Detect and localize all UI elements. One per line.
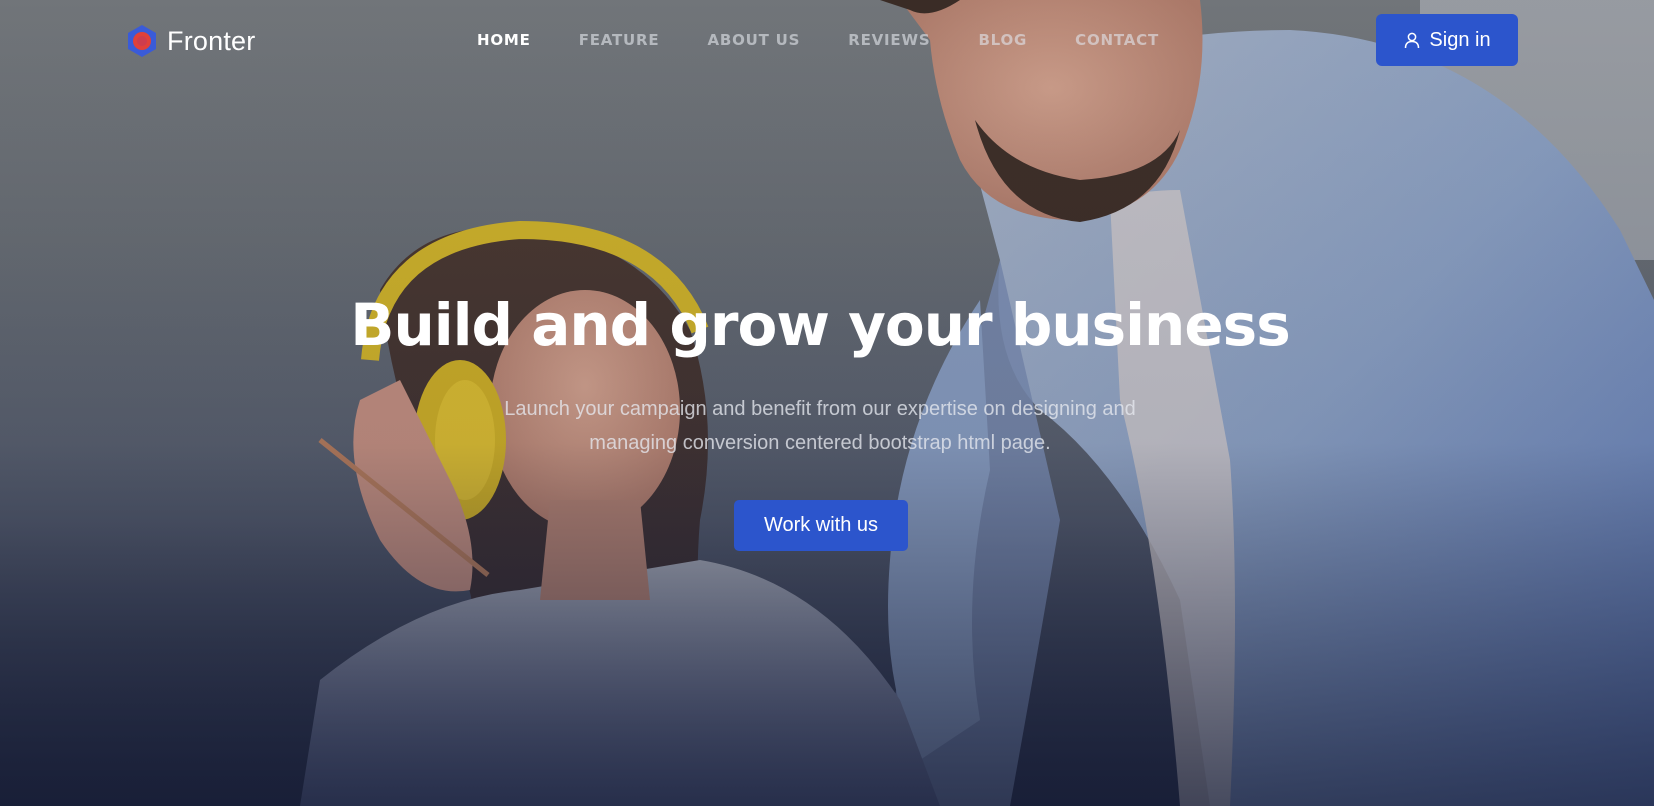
nav-item-blog[interactable]: BLOG [978,30,1027,50]
nav-item-home[interactable]: HOME [477,30,531,50]
navbar: Fronter HOME FEATURE ABOUT US REVIEWS BL… [0,0,1654,80]
nav-item-reviews[interactable]: REVIEWS [848,30,930,50]
work-with-us-button[interactable]: Work with us [734,500,908,551]
signin-label: Sign in [1429,28,1491,51]
hero-subtitle-line1: Launch your campaign and benefit from ou… [504,398,1136,420]
hero-subtitle-line2: managing conversion centered bootstrap h… [589,432,1051,454]
signin-button[interactable]: Sign in [1376,14,1518,66]
main-nav: HOME FEATURE ABOUT US REVIEWS BLOG CONTA… [477,30,1207,50]
user-icon [1405,32,1420,49]
brand-link[interactable]: Fronter [125,24,255,58]
brand-name: Fronter [167,25,256,56]
nav-item-about-us[interactable]: ABOUT US [707,30,800,50]
hero-title: Build and grow your business [350,291,1290,359]
hero-subtitle: Launch your campaign and benefit from ou… [427,392,1213,460]
nav-item-feature[interactable]: FEATURE [579,30,660,50]
hexagon-logo-icon [128,25,156,57]
nav-item-contact[interactable]: CONTACT [1075,30,1159,50]
